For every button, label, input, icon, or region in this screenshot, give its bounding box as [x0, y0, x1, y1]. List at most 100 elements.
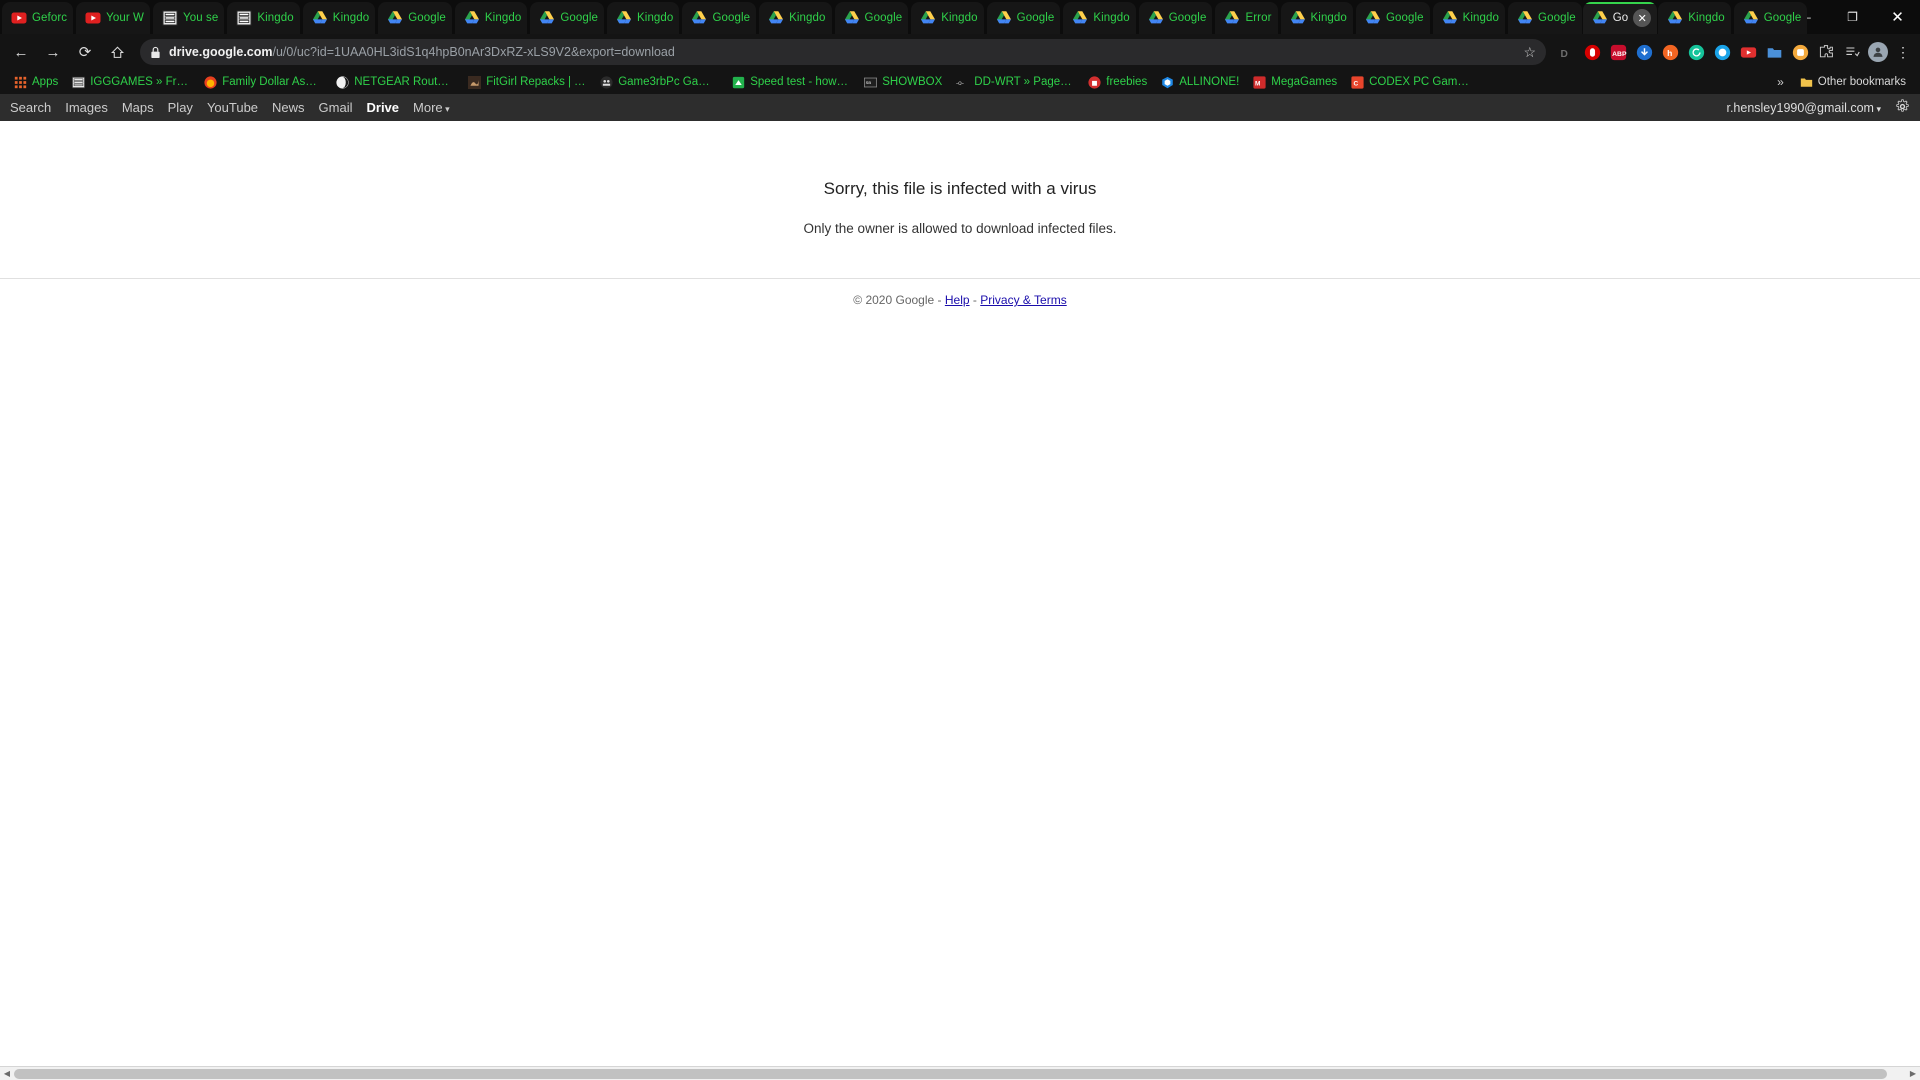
bookmark-item[interactable]: ALLINONE!	[1155, 74, 1245, 91]
drive-icon	[617, 11, 632, 24]
bookmark-star-icon[interactable]: ☆	[1523, 44, 1536, 61]
tab-title: Kingdo	[1462, 12, 1500, 24]
codex-icon: C	[1351, 75, 1364, 89]
extension-dashlane-icon[interactable]: D	[1554, 40, 1578, 64]
gnav-link-youtube[interactable]: YouTube	[207, 100, 258, 115]
bookmark-item[interactable]: Family Dollar Associ...	[198, 74, 328, 91]
extension-ghostery-icon[interactable]	[1710, 40, 1734, 64]
help-link[interactable]: Help	[945, 293, 970, 307]
scrollbar-thumb[interactable]	[14, 1068, 1888, 1079]
apps-shortcut[interactable]: Apps	[8, 74, 64, 91]
reading-list-button[interactable]	[1840, 40, 1864, 64]
drive-icon	[1225, 11, 1240, 24]
extensions-puzzle-button[interactable]	[1814, 40, 1838, 64]
bookmark-item[interactable]: NETGEAR Router R...	[330, 74, 460, 91]
privacy-terms-link[interactable]: Privacy & Terms	[980, 293, 1066, 307]
tab[interactable]: Google	[378, 2, 452, 34]
extension-adblock-plus-icon[interactable]: ABP	[1606, 40, 1630, 64]
extension-adblock-hand-icon[interactable]	[1580, 40, 1604, 64]
extension-puzzle-icon[interactable]	[1788, 40, 1812, 64]
bookmark-label: Family Dollar Associ...	[222, 76, 322, 88]
tab[interactable]: Google	[1138, 2, 1213, 34]
tab[interactable]: Kingdo	[607, 2, 680, 34]
extension-honey-icon[interactable]: h	[1658, 40, 1682, 64]
tab[interactable]: Google	[986, 2, 1061, 34]
extension-video-downloader-icon[interactable]	[1632, 40, 1656, 64]
gnav-link-search[interactable]: Search	[10, 100, 51, 115]
gnav-link-news[interactable]: News	[272, 100, 305, 115]
profile-avatar[interactable]	[1866, 40, 1890, 64]
ddwrt-icon: -o-	[956, 79, 964, 86]
tab[interactable]: Your W	[76, 2, 151, 34]
maximize-button[interactable]: ❐	[1830, 0, 1875, 34]
tab[interactable]: Kingdo	[1432, 2, 1506, 34]
google-nav-right: r.hensley1990@gmail.com	[1726, 98, 1910, 117]
bookmark-item[interactable]: SB SHOWBOX	[858, 74, 948, 91]
back-button[interactable]: ←	[6, 37, 36, 67]
tab-title: Google	[1385, 12, 1424, 24]
bookmark-item[interactable]: Speed test - how fa...	[726, 74, 856, 91]
horizontal-scrollbar[interactable]: ◀ ▶	[0, 1066, 1920, 1080]
tab[interactable]: Kingdo	[227, 2, 300, 34]
address-bar[interactable]: drive.google.com/u/0/uc?id=1UAA0HL3idS1q…	[140, 39, 1546, 65]
freebies-icon	[1088, 75, 1101, 89]
tab[interactable]: Kingdo	[759, 2, 832, 34]
gnav-link-images[interactable]: Images	[65, 100, 108, 115]
extension-grammarly-icon[interactable]	[1684, 40, 1708, 64]
extension-folder-icon[interactable]	[1762, 40, 1786, 64]
bookmark-item[interactable]: -o- DD-WRT » Page no...	[950, 74, 1080, 91]
account-email[interactable]: r.hensley1990@gmail.com	[1726, 101, 1881, 115]
browser-window: Geforc Your W You se Kingdo Kingdo Google King…	[0, 0, 1920, 1080]
family-dollar-icon	[204, 75, 217, 89]
tab[interactable]: Kingdo	[302, 2, 376, 34]
tab-title: Google	[1016, 12, 1055, 24]
gnav-link-drive[interactable]: Drive	[367, 100, 400, 115]
tab[interactable]: You se	[153, 2, 225, 34]
extension-youtube-icon[interactable]	[1736, 40, 1760, 64]
bookmark-item[interactable]: C CODEX PC Games |...	[1345, 74, 1475, 91]
close-tab-button[interactable]: ✕	[1633, 9, 1652, 27]
tab[interactable]: Google	[530, 2, 605, 34]
tab[interactable]: Kingdo	[911, 2, 984, 34]
tab[interactable]: Google	[1733, 2, 1808, 34]
tab[interactable]: Kingdo	[1063, 2, 1136, 34]
tab-title: You se	[183, 12, 219, 24]
scroll-left-arrow[interactable]: ◀	[0, 1069, 14, 1078]
bookmark-item[interactable]: IGGGAMES » Free...	[66, 74, 196, 91]
drive-icon	[312, 11, 327, 24]
gnav-link-play[interactable]: Play	[168, 100, 193, 115]
forward-button[interactable]: →	[38, 37, 68, 67]
tab[interactable]: Google	[1355, 2, 1430, 34]
bookmark-item[interactable]: M MegaGames	[1247, 74, 1343, 91]
bookmark-item[interactable]: freebies	[1082, 74, 1153, 91]
gnav-link-gmail[interactable]: Gmail	[319, 100, 353, 115]
active-tab[interactable]: Go ✕	[1582, 2, 1658, 34]
chrome-menu-button[interactable]: ⋮	[1892, 44, 1914, 61]
other-bookmarks-folder[interactable]: Other bookmarks	[1794, 74, 1912, 91]
close-window-button[interactable]: ✕	[1875, 0, 1920, 34]
gnav-link-maps[interactable]: Maps	[122, 100, 154, 115]
scrollbar-track[interactable]	[14, 1067, 1906, 1080]
bookmarks-overflow-button[interactable]: »	[1769, 75, 1792, 89]
scroll-right-arrow[interactable]: ▶	[1906, 1069, 1920, 1078]
tab-title: Kingdo	[257, 12, 294, 24]
tab[interactable]: Geforc	[2, 2, 74, 34]
tab[interactable]: Error	[1215, 2, 1278, 34]
home-button[interactable]	[102, 37, 132, 67]
reload-button[interactable]: ⟳	[70, 37, 100, 67]
bookmark-label: DD-WRT » Page no...	[974, 76, 1074, 88]
gnav-link-more[interactable]: More	[413, 100, 450, 115]
error-subtitle: Only the owner is allowed to download in…	[803, 221, 1117, 236]
tab[interactable]: Kingdo	[1658, 2, 1731, 34]
footer-separator-2: -	[972, 293, 977, 307]
bookmark-label: freebies	[1106, 76, 1148, 88]
bookmark-item[interactable]: Game3rbPc Games...	[594, 74, 724, 91]
tab[interactable]: Kingdo	[1280, 2, 1353, 34]
bookmark-item[interactable]: FitGirl Repacks | Th...	[462, 74, 592, 91]
tab[interactable]: Google	[1508, 2, 1582, 34]
gear-icon[interactable]	[1895, 98, 1910, 117]
tab[interactable]: Kingdo	[454, 2, 528, 34]
tab[interactable]: Google	[682, 2, 757, 34]
showbox-icon: SB	[864, 77, 878, 87]
tab[interactable]: Google	[834, 2, 909, 34]
